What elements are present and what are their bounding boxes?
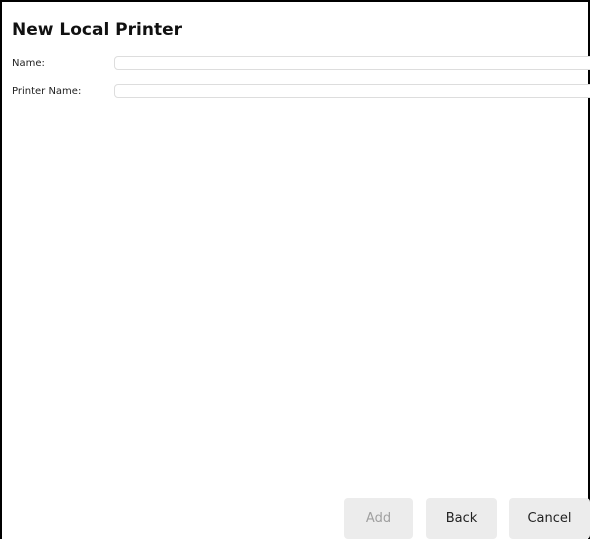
- back-button[interactable]: Back: [426, 498, 497, 539]
- dialog-title: New Local Printer: [12, 20, 182, 40]
- printer-name-field[interactable]: [114, 84, 590, 98]
- name-field[interactable]: [114, 56, 590, 70]
- printer-name-label: Printer Name:: [12, 86, 82, 97]
- add-button[interactable]: Add: [344, 498, 413, 539]
- cancel-button[interactable]: Cancel: [509, 498, 590, 539]
- new-local-printer-dialog: New Local Printer Name: Printer Name: Ad…: [0, 0, 590, 539]
- name-label: Name:: [12, 58, 45, 69]
